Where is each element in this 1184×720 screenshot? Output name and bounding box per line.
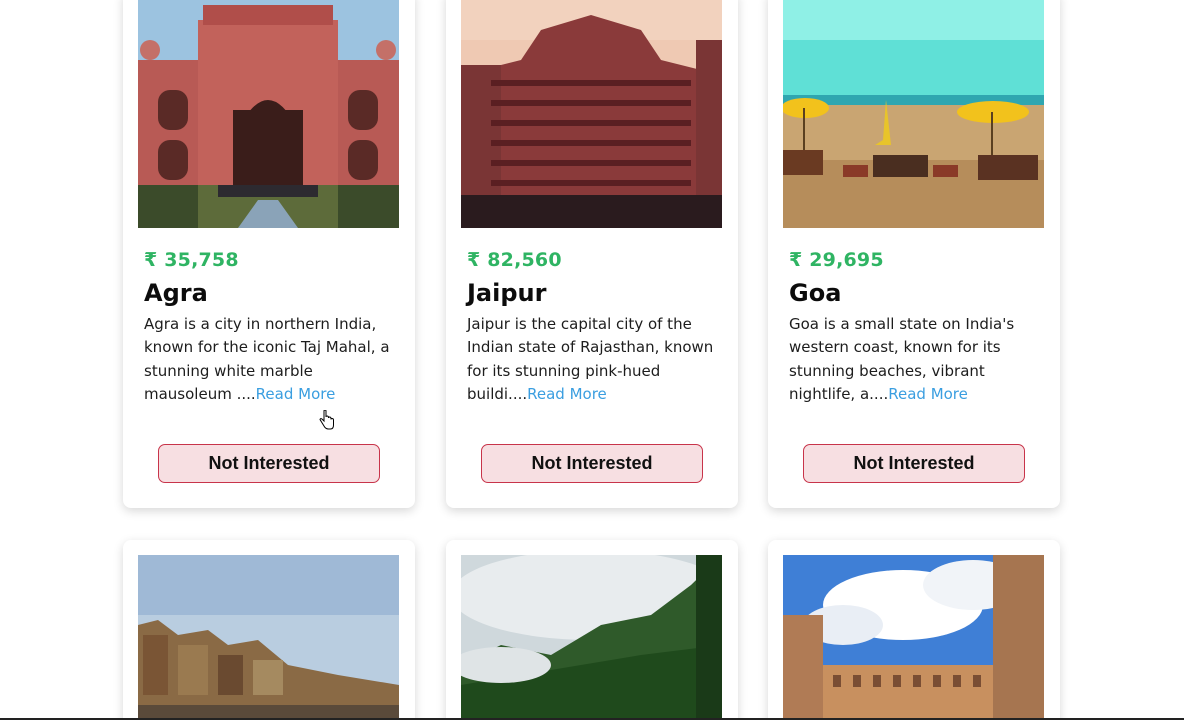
destination-card-agra: ₹ 35,758 Agra Agra is a city in northern… [123, 0, 415, 508]
read-more-link[interactable]: Read More [527, 385, 607, 403]
destination-card-5 [446, 540, 738, 720]
destination-card-jaipur: ₹ 82,560 Jaipur Jaipur is the capital ci… [446, 0, 738, 508]
destination-card-4 [123, 540, 415, 720]
goa-photo [783, 0, 1044, 228]
varanasi-photo [138, 555, 399, 720]
destination-title: Jaipur [467, 279, 547, 307]
destination-description: Jaipur is the capital city of the Indian… [467, 313, 719, 406]
destination-description: Agra is a city in northern India, known … [144, 313, 396, 406]
agra-photo [138, 0, 399, 228]
price-label: ₹ 82,560 [467, 249, 562, 271]
destination-description: Goa is a small state on India's western … [789, 313, 1041, 406]
not-interested-button[interactable]: Not Interested [158, 444, 380, 483]
not-interested-button[interactable]: Not Interested [803, 444, 1025, 483]
jaipur-photo [461, 0, 722, 228]
price-label: ₹ 29,695 [789, 249, 884, 271]
destination-title: Agra [144, 279, 208, 307]
destination-card-6 [768, 540, 1060, 720]
read-more-link[interactable]: Read More [256, 385, 336, 403]
fort-photo [783, 555, 1044, 720]
hand-pointer-icon [319, 410, 334, 430]
not-interested-button[interactable]: Not Interested [481, 444, 703, 483]
hills-photo [461, 555, 722, 720]
destination-title: Goa [789, 279, 842, 307]
price-label: ₹ 35,758 [144, 249, 239, 271]
destination-card-goa: ₹ 29,695 Goa Goa is a small state on Ind… [768, 0, 1060, 508]
read-more-link[interactable]: Read More [888, 385, 968, 403]
